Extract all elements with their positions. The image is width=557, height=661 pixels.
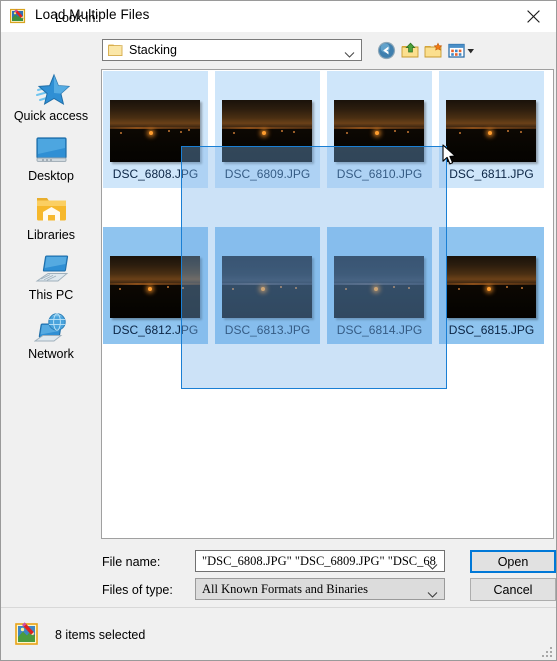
- file-name-label: DSC_6815.JPG: [448, 323, 535, 337]
- new-folder-icon[interactable]: [424, 41, 443, 60]
- lookin-value: Stacking: [129, 43, 177, 57]
- file-thumbnail: [222, 256, 312, 318]
- files-of-type-select[interactable]: All Known Formats and Binaries: [195, 578, 445, 600]
- sidebar-item-libraries[interactable]: Libraries: [1, 192, 101, 256]
- sidebar-item-label: Desktop: [28, 169, 74, 183]
- file-item[interactable]: DSC_6810.JPG: [327, 71, 432, 188]
- file-item[interactable]: DSC_6815.JPG: [439, 227, 544, 344]
- sidebar-item-label: Libraries: [27, 228, 75, 242]
- file-name-label-static: File name:: [102, 555, 161, 569]
- back-arrow-icon[interactable]: [377, 41, 396, 60]
- file-name-label: DSC_6809.JPG: [224, 167, 311, 181]
- open-button[interactable]: Open: [470, 550, 556, 573]
- chevron-down-icon: [344, 46, 355, 64]
- load-multiple-files-dialog: Load Multiple Files Look in: Stacking Qu…: [0, 0, 557, 661]
- star-shortcut-icon: [33, 73, 71, 112]
- file-thumbnail: [446, 256, 536, 318]
- monitor-icon: [34, 135, 69, 170]
- file-name-label: DSC_6814.JPG: [336, 323, 423, 337]
- file-thumbnail: [446, 100, 536, 162]
- status-text: 8 items selected: [55, 628, 146, 642]
- file-thumbnail: [110, 256, 200, 318]
- file-item[interactable]: DSC_6811.JPG: [439, 71, 544, 188]
- file-name-label: DSC_6808.JPG: [112, 167, 199, 181]
- computer-icon: [34, 254, 69, 289]
- file-thumbnail: [334, 256, 424, 318]
- image-edit-icon: [15, 621, 41, 647]
- files-of-type-value: All Known Formats and Binaries: [202, 582, 368, 596]
- file-name-label: DSC_6811.JPG: [449, 167, 534, 181]
- lookin-label: Look in:: [55, 11, 99, 25]
- file-name-value: "DSC_6808.JPG" "DSC_6809.JPG" "DSC_68: [202, 554, 436, 568]
- file-item[interactable]: DSC_6812.JPG: [103, 227, 208, 344]
- file-thumbnail: [222, 100, 312, 162]
- resize-grip[interactable]: [541, 645, 553, 657]
- file-thumbnail: [334, 100, 424, 162]
- file-item[interactable]: DSC_6813.JPG: [215, 227, 320, 344]
- lookin-combobox[interactable]: Stacking: [102, 39, 362, 61]
- file-item[interactable]: DSC_6809.JPG: [215, 71, 320, 188]
- libraries-folder-icon: [35, 194, 68, 229]
- sidebar-item-label: This PC: [28, 288, 74, 302]
- file-name-label: DSC_6813.JPG: [224, 323, 311, 337]
- status-bar-divider: [1, 607, 556, 608]
- close-icon[interactable]: [510, 1, 556, 32]
- file-thumbnail: [110, 100, 200, 162]
- sidebar-item-this-pc[interactable]: This PC: [1, 252, 101, 316]
- file-name-label: DSC_6812.JPG: [112, 323, 199, 337]
- image-edit-icon: [9, 8, 27, 25]
- folder-icon: [108, 43, 123, 57]
- file-list-panel[interactable]: DSC_6808.JPG DSC_6809.JPG DSC_6810.JPG D…: [101, 69, 554, 539]
- file-item[interactable]: DSC_6814.JPG: [327, 227, 432, 344]
- network-globe-icon: [33, 313, 69, 348]
- file-item[interactable]: DSC_6808.JPG: [103, 71, 208, 188]
- sidebar-item-label: Network: [28, 347, 74, 361]
- up-folder-icon[interactable]: [401, 41, 420, 60]
- file-name-label: DSC_6810.JPG: [336, 167, 423, 181]
- sidebar-item-quick-access[interactable]: Quick access: [1, 73, 101, 137]
- files-of-type-label-static: Files of type:: [102, 583, 173, 597]
- chevron-down-icon[interactable]: [427, 586, 438, 604]
- views-grid-icon[interactable]: [448, 41, 476, 60]
- cancel-button[interactable]: Cancel: [470, 578, 556, 601]
- sidebar-item-label: Quick access: [13, 109, 89, 123]
- sidebar-item-desktop[interactable]: Desktop: [1, 133, 101, 197]
- sidebar-item-network[interactable]: Network: [1, 311, 101, 375]
- chevron-down-icon[interactable]: [427, 558, 438, 576]
- file-name-input[interactable]: "DSC_6808.JPG" "DSC_6809.JPG" "DSC_68: [195, 550, 445, 572]
